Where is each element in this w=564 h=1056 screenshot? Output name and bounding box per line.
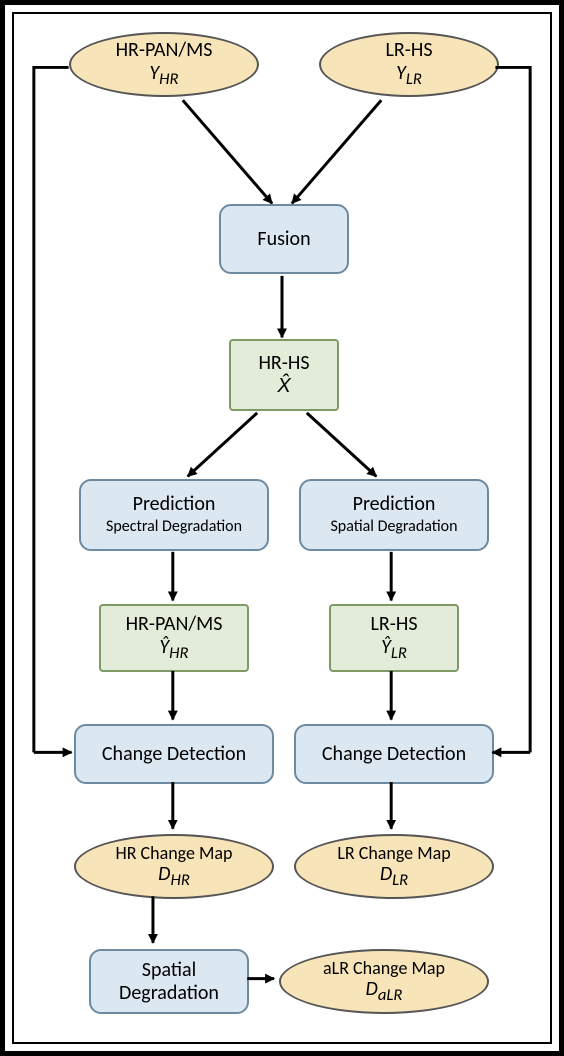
node-prediction-spatial: Prediction Spatial Degradation [299,479,489,551]
node-cd-left-label: Change Detection [102,743,246,766]
node-yhat-hr-title: HR-PAN/MS [126,613,223,636]
node-hrhs: HR-HS X̂ [229,339,339,411]
node-dlr-title: LR Change Map [337,843,450,864]
node-hr-change-map: HR Change Map DHR [74,834,274,899]
node-yhat-lr: LR-HS ŶLR [329,604,459,672]
node-yhat-hr-var: ŶHR [159,636,188,663]
node-prediction-spectral-sub: Spectral Degradation [106,518,242,536]
node-dalr-title: aLR Change Map [323,958,445,979]
node-yhat-hr: HR-PAN/MS ŶHR [99,604,249,672]
node-change-detection-left: Change Detection [74,724,274,784]
node-input-hr-var: YHR [149,62,178,89]
node-sd-line2: Degradation [119,982,219,1005]
node-prediction-spectral: Prediction Spectral Degradation [79,479,269,551]
node-fusion: Fusion [219,204,349,274]
node-hrhs-title: HR-HS [258,352,309,375]
node-sd-line1: Spatial [142,959,196,982]
node-fusion-label: Fusion [257,228,310,251]
diagram-inner-frame: HR-PAN/MS YHR LR-HS YLR Fusion HR-HS X̂ … [12,12,552,1044]
node-yhat-lr-var: ŶLR [381,636,407,663]
node-input-lr-title: LR-HS [385,39,432,62]
node-cd-right-label: Change Detection [322,743,466,766]
node-hrhs-var: X̂ [277,375,290,398]
node-prediction-spatial-title: Prediction [353,493,436,516]
node-prediction-spatial-sub: Spatial Degradation [330,518,457,536]
node-input-hr: HR-PAN/MS YHR [69,32,259,97]
node-yhat-lr-title: LR-HS [370,613,417,636]
node-prediction-spectral-title: Prediction [133,493,216,516]
node-dalr-var: DaLR [366,978,403,1005]
node-input-lr: LR-HS YLR [319,32,499,97]
node-dhr-title: HR Change Map [115,843,232,864]
node-lr-change-map: LR Change Map DLR [294,834,494,899]
node-alr-change-map: aLR Change Map DaLR [279,949,489,1014]
node-change-detection-right: Change Detection [294,724,494,784]
node-input-hr-title: HR-PAN/MS [116,39,213,62]
node-input-lr-var: YLR [396,62,422,89]
node-spatial-degradation: Spatial Degradation [89,949,249,1014]
node-dhr-var: DHR [158,863,190,890]
node-dlr-var: DLR [380,863,408,890]
diagram-outer-frame: HR-PAN/MS YHR LR-HS YLR Fusion HR-HS X̂ … [0,0,564,1056]
